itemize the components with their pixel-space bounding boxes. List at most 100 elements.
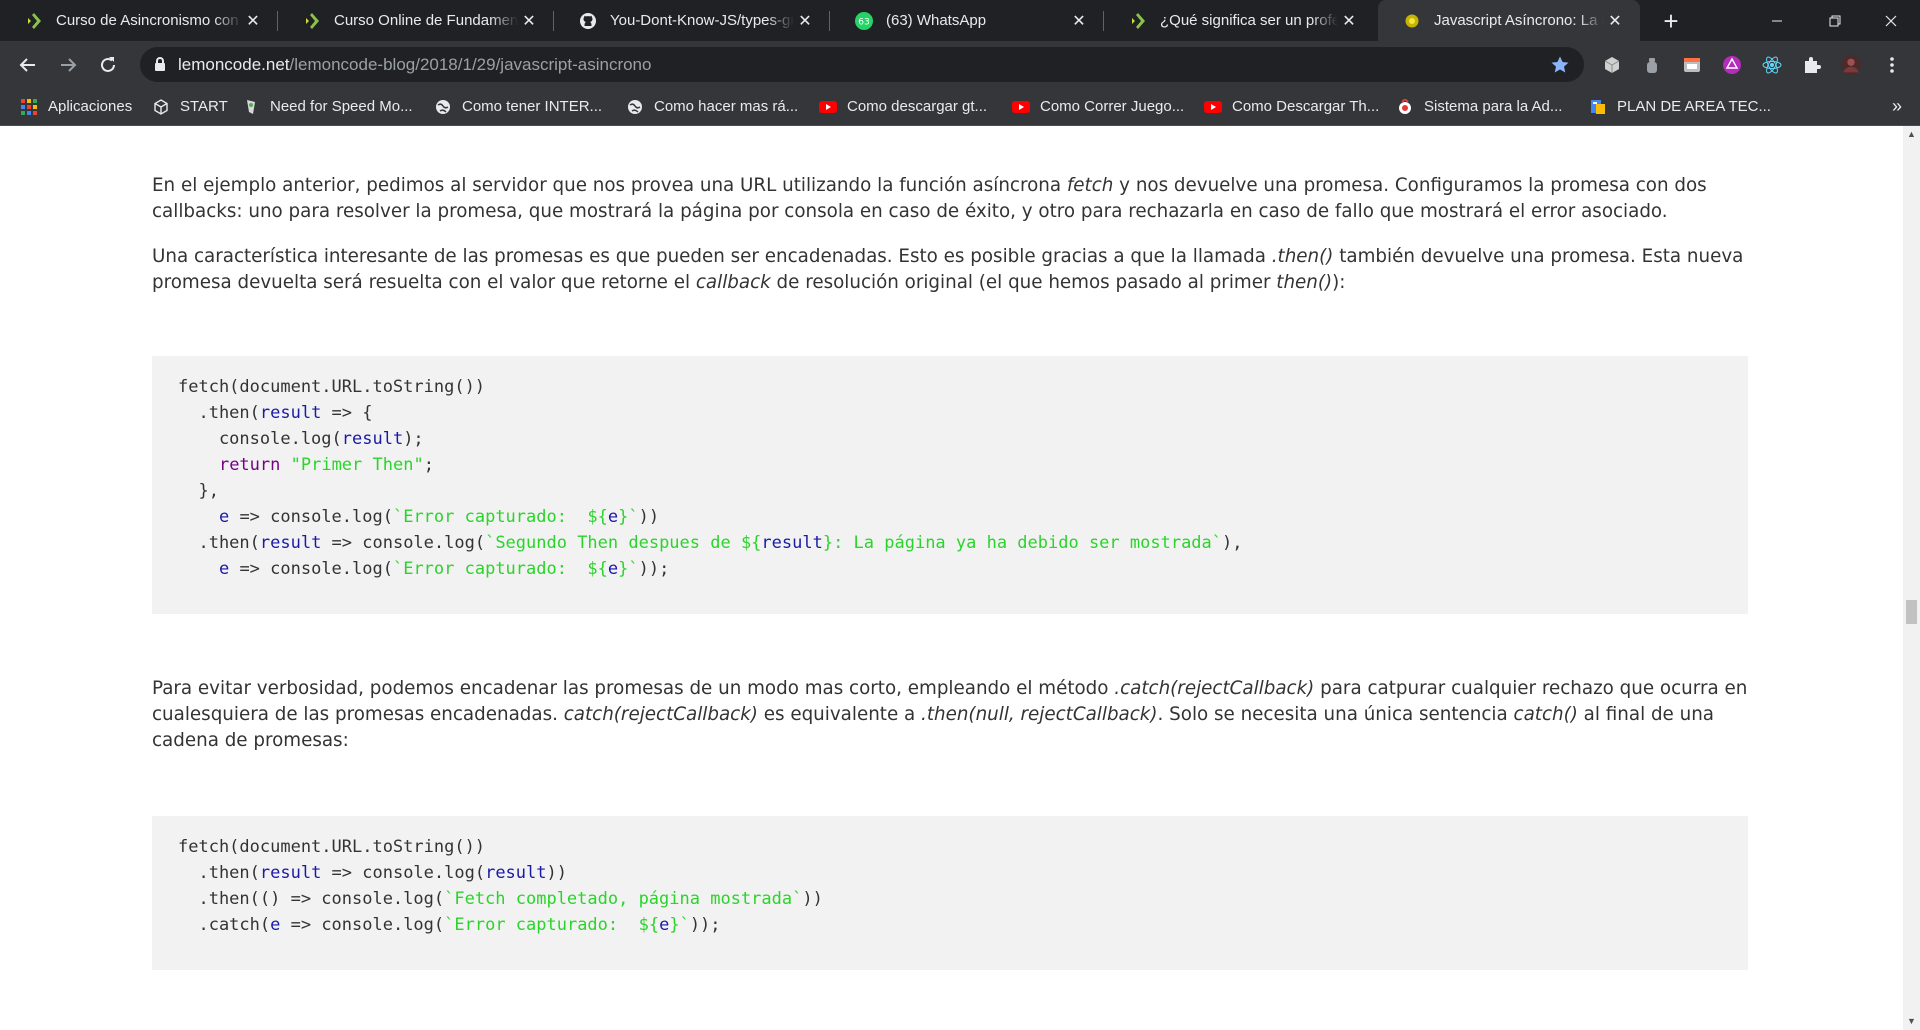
globe-icon <box>626 98 644 116</box>
tab-curso-asincronismo[interactable]: Curso de Asincronismo con JavaScript ✕ <box>0 0 278 41</box>
close-tab-icon[interactable]: ✕ <box>518 10 540 32</box>
code-line: e => console.log(`Error capturado: ${e}`… <box>178 556 1243 582</box>
text: En el ejemplo anterior, pedimos al servi… <box>152 175 1067 196</box>
code-line: return "Primer Then"; <box>178 452 1243 478</box>
profile-avatar[interactable] <box>1840 54 1862 76</box>
bookmark-como-hacer-mas[interactable]: Como hacer mas rá... <box>626 88 798 125</box>
arrow-left-icon <box>19 58 35 72</box>
inline-code-catch: catch(rejectCallback) <box>563 704 758 725</box>
bookmark-plan-de-area-tec[interactable]: PLAN DE AREA TEC... <box>1589 88 1771 125</box>
bookmark-aplicaciones[interactable]: Aplicaciones <box>20 88 132 125</box>
bookmark-como-descargar-th[interactable]: Como Descargar Th... <box>1204 88 1379 125</box>
close-tab-icon[interactable]: ✕ <box>794 10 816 32</box>
scrollbar-thumb[interactable] <box>1906 600 1917 624</box>
close-tab-icon[interactable]: ✕ <box>1338 10 1360 32</box>
bookmark-start[interactable]: START <box>152 88 228 125</box>
extensions-puzzle-icon[interactable] <box>1801 54 1823 76</box>
code-listing: fetch(document.URL.toString()) .then(res… <box>178 834 823 938</box>
bookmarks-overflow-button[interactable]: » <box>1892 88 1902 125</box>
lock-icon[interactable] <box>153 56 167 77</box>
bookmark-sistema-para-la-ad[interactable]: Sistema para la Ad... <box>1396 88 1562 125</box>
bookmark-label: Need for Speed Mo... <box>270 98 413 115</box>
youtube-icon <box>819 98 837 116</box>
bookmark-label: Como hacer mas rá... <box>654 98 799 115</box>
code-token: )) <box>638 507 660 527</box>
extension-window-icon[interactable] <box>1681 54 1703 76</box>
inline-term-callback: callback <box>695 272 771 293</box>
reload-button[interactable] <box>92 49 124 81</box>
close-tab-icon[interactable]: ✕ <box>1604 10 1626 32</box>
text: . Solo se necesita una única sentencia <box>1157 704 1514 725</box>
tab-strip: Curso de Asincronismo con JavaScript ✕ C… <box>0 0 1920 41</box>
close-window-button[interactable] <box>1862 0 1920 41</box>
minimize-button[interactable] <box>1748 0 1806 41</box>
new-tab-button[interactable]: + <box>1656 6 1686 36</box>
cube-icon <box>152 98 170 116</box>
extension-cube-icon[interactable] <box>1601 54 1623 76</box>
close-tab-icon[interactable]: ✕ <box>1068 10 1090 32</box>
lemoncode-icon <box>302 11 322 31</box>
code-token: }` <box>669 915 690 935</box>
bookmark-label: Como descargar gt... <box>847 98 988 115</box>
vertical-scrollbar[interactable]: ▲ ▼ <box>1903 126 1920 1030</box>
tab-curso-fundamentos[interactable]: Curso Online de Fundamentos ✕ <box>278 0 554 41</box>
scroll-down-arrow-icon[interactable]: ▼ <box>1903 1013 1920 1030</box>
bookmark-label: Como Descargar Th... <box>1232 98 1380 115</box>
toolbar: lemoncode.net/lemoncode-blog/2018/1/29/j… <box>0 41 1920 88</box>
bookmark-como-descargar-gt[interactable]: Como descargar gt... <box>819 88 987 125</box>
close-tab-icon[interactable]: ✕ <box>242 10 264 32</box>
code-listing: fetch(document.URL.toString()) .then(res… <box>178 374 1243 582</box>
bookmark-nfs[interactable]: Need for Speed Mo... <box>242 88 413 125</box>
tab-title: (63) WhatsApp <box>886 12 987 29</box>
bookmark-como-correr-juego[interactable]: Como Correr Juego... <box>1012 88 1184 125</box>
address-bar[interactable]: lemoncode.net/lemoncode-blog/2018/1/29/j… <box>140 47 1584 82</box>
react-devtools-icon[interactable] <box>1761 54 1783 76</box>
apps-grid-icon <box>20 98 38 116</box>
inline-code-then-null: .then(null, rejectCallback) <box>921 704 1158 725</box>
extension-graphql-icon[interactable] <box>1721 54 1743 76</box>
bookmark-label: PLAN DE AREA TEC... <box>1617 98 1771 115</box>
code-token: }` <box>618 507 639 527</box>
bookmark-star-icon[interactable] <box>1550 55 1570 80</box>
code-token: "Primer Then" <box>290 455 424 475</box>
code-token: )); <box>638 559 670 579</box>
browser-menu-icon[interactable] <box>1881 54 1903 76</box>
code-token: fetch(document.URL.toString()) <box>178 837 486 857</box>
tab-que-significa[interactable]: ¿Qué significa ser un profesional ✕ <box>1104 0 1374 41</box>
code-token: .catch( <box>178 915 271 935</box>
code-token: return <box>218 455 281 475</box>
code-line: console.log(result); <box>178 426 1243 452</box>
url-host: lemoncode.net <box>178 55 290 74</box>
code-token: e <box>218 507 230 527</box>
code-line: .then(() => console.log(`Fetch completad… <box>178 886 822 912</box>
restore-button[interactable] <box>1806 0 1864 41</box>
code-token: result <box>485 863 547 883</box>
whatsapp-badge: 63 <box>858 17 869 27</box>
forward-button[interactable] <box>52 49 84 81</box>
bookmark-como-tener-inter[interactable]: Como tener INTER... <box>434 88 602 125</box>
back-button[interactable] <box>12 49 44 81</box>
code-line: .then(result => console.log(`Segundo The… <box>178 530 1242 556</box>
bookmark-label: Como tener INTER... <box>462 98 603 115</box>
text: de resolución original (el que hemos pas… <box>770 272 1277 293</box>
extension-bottle-icon[interactable] <box>1641 54 1663 76</box>
tab-whatsapp[interactable]: 63 (63) WhatsApp ✕ <box>830 0 1104 41</box>
code-token: => { <box>321 403 373 423</box>
code-token: `Error capturado: ${ <box>392 507 608 527</box>
lemoncode-lemon-icon <box>1402 11 1422 31</box>
bookmark-label: START <box>180 98 228 115</box>
tab-ydkjs[interactable]: You-Dont-Know-JS/types-grammar ✕ <box>554 0 830 41</box>
whatsapp-icon: 63 <box>854 11 874 31</box>
code-line: }, <box>178 478 1243 504</box>
code-token: e <box>607 507 619 527</box>
youtube-icon <box>1204 98 1222 116</box>
tab-title: Curso de Asincronismo con JavaScript <box>56 12 242 29</box>
bookmark-label: Como Correr Juego... <box>1040 98 1185 115</box>
code-line: fetch(document.URL.toString()) <box>178 834 823 860</box>
tab-javascript-asincrono[interactable]: Javascript Asíncrono: La guía ✕ <box>1378 0 1640 41</box>
scroll-up-arrow-icon[interactable]: ▲ <box>1903 126 1920 143</box>
code-token: => console.log( <box>229 559 393 579</box>
code-line: .then(result => { <box>178 400 1243 426</box>
code-token: e <box>607 559 619 579</box>
